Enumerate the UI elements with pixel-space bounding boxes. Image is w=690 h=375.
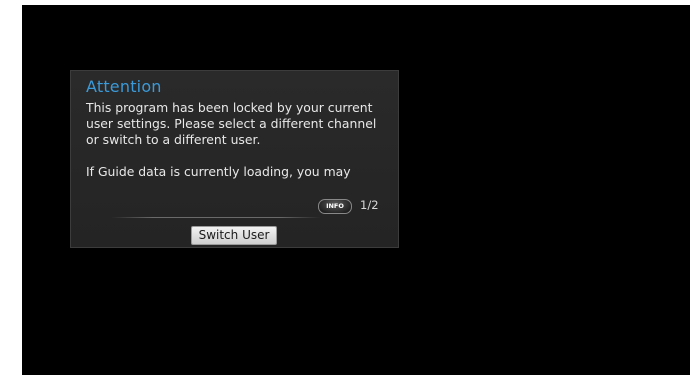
tv-screen: Attention This program has been locked b…	[22, 5, 690, 375]
message-line: user settings. Please select a different…	[86, 116, 377, 131]
message-line: or switch to a different user.	[86, 132, 261, 147]
dialog-title: Attention	[86, 77, 162, 96]
attention-dialog: Attention This program has been locked b…	[70, 70, 399, 248]
message-line: This program has been locked by your cur…	[86, 100, 373, 115]
dialog-message: This program has been locked by your cur…	[86, 100, 391, 180]
page-indicator: 1/2	[360, 198, 379, 212]
dialog-message-continuation: If Guide data is currently loading, you …	[86, 164, 351, 179]
info-button[interactable]: INFO	[318, 199, 352, 214]
dialog-message-paragraph: This program has been locked by your cur…	[86, 100, 391, 148]
switch-user-button[interactable]: Switch User	[191, 226, 277, 245]
divider	[111, 217, 321, 218]
